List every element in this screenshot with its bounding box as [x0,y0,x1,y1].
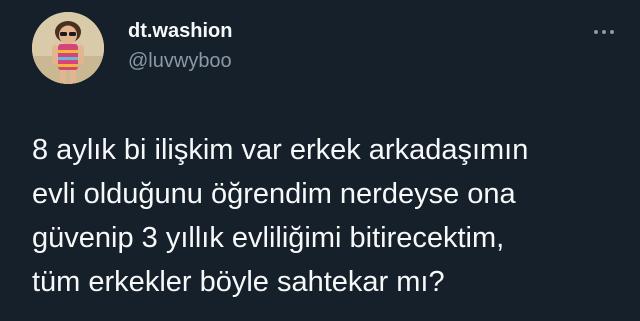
profile-photo-icon [32,12,104,84]
tweet-text-line: 8 aylık bi ilişkim var erkek arkadaşımın [32,134,529,166]
author-handle[interactable]: @luvwyboo [128,50,232,73]
tweet-text-line: tüm erkekler böyle sahtekar mı? [32,266,445,298]
tweet-text: 8 aylık bi ilişkim var erkek arkadaşımın… [32,128,632,304]
tweet-text-line: güvenip 3 yıllık evliliğimi bitirecektim… [32,222,505,254]
more-dot [594,30,598,34]
author-display-name[interactable]: dt.washion [128,20,232,43]
more-options-icon [594,30,614,34]
more-dot [610,30,614,34]
avatar[interactable] [32,12,104,84]
tweet-text-line: evli olduğunu öğrendim nerdeyse ona [32,178,516,210]
more-dot [602,30,606,34]
more-options-button[interactable] [594,22,624,42]
tweet-card: dt.washion @luvwyboo 8 aylık bi ilişkim … [0,0,640,321]
